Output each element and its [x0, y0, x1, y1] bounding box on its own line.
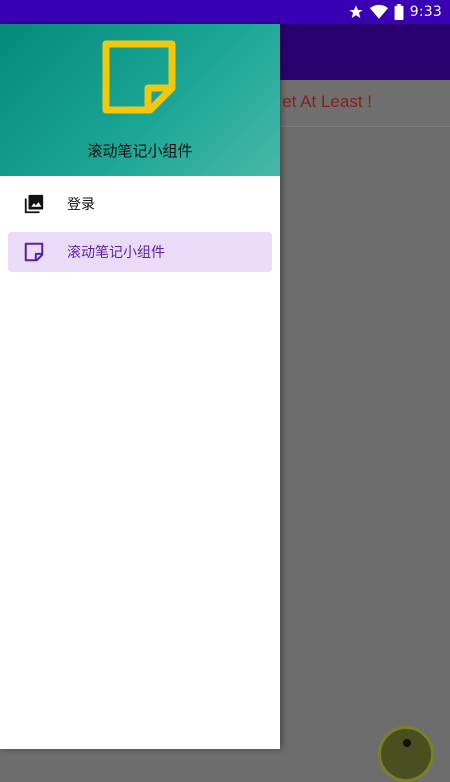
sticky-note-icon — [98, 36, 182, 120]
menu-item-scroll-note-widget[interactable]: 滚动笔记小组件 — [8, 232, 272, 272]
sticky-note-outline-icon — [23, 241, 45, 263]
navigation-drawer: 滚动笔记小组件 登录 滚动笔记小组件 — [0, 24, 280, 749]
photo-library-icon — [23, 193, 45, 215]
drawer-header: 滚动笔记小组件 — [0, 24, 280, 176]
floating-action-button[interactable] — [378, 726, 434, 782]
battery-icon — [394, 4, 404, 20]
status-bar: 9:33 — [0, 0, 450, 24]
drawer-title: 滚动笔记小组件 — [87, 142, 193, 160]
info-icon — [403, 739, 411, 747]
menu-item-label: 滚动笔记小组件 — [67, 245, 165, 261]
wifi-icon — [369, 4, 388, 20]
status-time: 9:33 — [409, 4, 442, 20]
star-icon — [348, 4, 364, 20]
drawer-menu: 登录 滚动笔记小组件 — [0, 176, 280, 272]
menu-item-login[interactable]: 登录 — [8, 184, 272, 224]
menu-item-label: 登录 — [67, 197, 95, 213]
